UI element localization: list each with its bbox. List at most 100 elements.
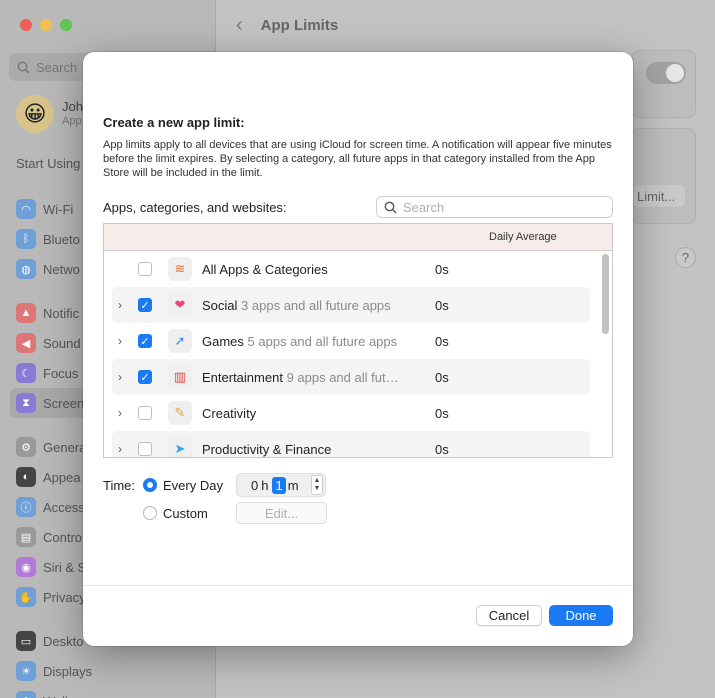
every-day-radio[interactable]: [143, 478, 157, 492]
row-name: Games 5 apps and all future apps: [202, 334, 397, 349]
row-daily-average: 0s: [435, 333, 449, 349]
app-limits-toggle[interactable]: [646, 62, 686, 84]
sheet-description: App limits apply to all devices that are…: [103, 139, 612, 179]
row-name: Productivity & Finance: [202, 442, 331, 457]
search-icon: [17, 61, 30, 74]
table-row[interactable]: › ✓ ▥ Entertainment 9 apps and all fut… 0s: [112, 359, 590, 395]
sidebar-item[interactable]: ❀ Wallpaper: [10, 686, 206, 698]
zoom-window-button[interactable]: [60, 19, 72, 31]
every-day-label[interactable]: Every Day: [163, 478, 223, 493]
chevron-right-icon[interactable]: ›: [118, 298, 128, 312]
chevron-down-icon[interactable]: ▼: [314, 485, 321, 493]
cancel-button[interactable]: Cancel: [476, 605, 542, 626]
row-title: Productivity & Finance: [202, 441, 332, 457]
search-icon: [384, 201, 397, 214]
sidebar-item-label: Focus: [43, 365, 79, 381]
edit-custom-button[interactable]: Edit...: [236, 502, 327, 524]
sidebar-item-label: Contro: [43, 529, 83, 545]
list-label: Apps, categories, and websites:: [103, 200, 287, 215]
siri-icon: ◉: [16, 557, 36, 577]
row-name: Entertainment 9 apps and all fut…: [202, 370, 399, 385]
sidebar-item[interactable]: ☀ Displays: [10, 656, 206, 686]
table-header: Daily Average: [104, 224, 612, 251]
background-card: [632, 128, 696, 224]
column-header-daily-average[interactable]: Daily Average: [489, 231, 557, 243]
sidebar-item-label: Appea: [43, 469, 81, 485]
table-row[interactable]: ≋ All Apps & Categories 0s: [112, 251, 590, 287]
sidebar-item-label: Screen: [43, 395, 85, 411]
window-controls: [20, 19, 72, 31]
sun-icon: ☀: [16, 661, 36, 681]
appearance-icon: ◐: [16, 467, 36, 487]
main-header: ‹ App Limits: [236, 14, 338, 37]
table-row[interactable]: › ➤ Productivity & Finance 0s: [112, 431, 590, 457]
row-checkbox[interactable]: [138, 442, 152, 456]
stepper-arrows[interactable]: ▲ ▼: [311, 475, 323, 495]
row-daily-average: 0s: [435, 369, 449, 385]
sidebar-item-label: Wallpaper: [43, 694, 101, 698]
apps-search-field[interactable]: [376, 196, 613, 218]
palette-icon: ✎: [168, 401, 192, 425]
time-limit-stepper[interactable]: 0 h 1 m ▲ ▼: [236, 473, 326, 497]
chevron-right-icon[interactable]: ›: [118, 406, 128, 420]
page-title: App Limits: [260, 17, 339, 34]
custom-label[interactable]: Custom: [163, 506, 208, 521]
sidebar-user-account[interactable]: 😀 Joh App: [16, 95, 83, 133]
chevron-right-icon[interactable]: ›: [118, 370, 128, 384]
minimize-window-button[interactable]: [40, 19, 52, 31]
sidebar-item-label: Access: [43, 499, 85, 515]
hours-unit: h: [261, 477, 269, 493]
row-daily-average: 0s: [435, 405, 449, 421]
hours-value[interactable]: 0: [251, 478, 258, 493]
chevron-right-icon[interactable]: ›: [118, 334, 128, 348]
time-label: Time:: [103, 478, 136, 493]
row-detail: 3 apps and all future apps: [241, 297, 391, 313]
sidebar-item-label: Sound: [43, 335, 81, 351]
row-daily-average: 0s: [435, 261, 449, 277]
table-row[interactable]: › ✓ ❤ Social 3 apps and all future apps 0s: [112, 287, 590, 323]
back-chevron-icon[interactable]: ‹: [236, 14, 243, 37]
row-name: Creativity: [202, 406, 256, 421]
minutes-unit: m: [287, 477, 299, 493]
avatar: 😀: [16, 95, 54, 133]
row-daily-average: 0s: [435, 297, 449, 313]
row-checkbox[interactable]: ✓: [138, 370, 152, 384]
help-button[interactable]: ?: [675, 247, 696, 268]
control-center-icon: ▤: [16, 527, 36, 547]
gear-icon: ⚙: [16, 437, 36, 457]
popcorn-icon: ▥: [168, 365, 192, 389]
search-input[interactable]: [403, 199, 593, 215]
row-detail: 9 apps and all fut…: [286, 369, 399, 385]
row-checkbox[interactable]: [138, 262, 152, 276]
row-title: Creativity: [202, 405, 257, 421]
row-name: Social 3 apps and all future apps: [202, 298, 391, 313]
row-checkbox[interactable]: ✓: [138, 298, 152, 312]
globe-icon: ◍: [16, 259, 36, 279]
table-row[interactable]: › ✎ Creativity 0s: [112, 395, 590, 431]
hand-icon: ✋: [16, 587, 36, 607]
close-window-button[interactable]: [20, 19, 32, 31]
hourglass-icon: ⧗: [16, 393, 36, 413]
add-limit-button[interactable]: Limit...: [633, 185, 686, 207]
sidebar-item-label: Genera: [43, 439, 87, 455]
stack-icon: ≋: [168, 257, 192, 281]
speaker-icon: ◀: [16, 333, 36, 353]
bell-icon: ▲: [16, 303, 36, 323]
chevron-up-icon[interactable]: ▲: [314, 477, 321, 485]
table-rows: ≋ All Apps & Categories 0s › ✓ ❤ Social 3 apps…: [104, 251, 612, 457]
row-checkbox[interactable]: ✓: [138, 334, 152, 348]
minutes-value[interactable]: 1: [272, 476, 286, 494]
row-detail: 5 apps and all future apps: [247, 333, 398, 349]
sidebar-item-label: Siri & S: [43, 559, 87, 575]
desktop-icon: ▭: [16, 631, 36, 651]
sidebar-start-using[interactable]: Start Using: [16, 156, 80, 171]
table-scrollbar[interactable]: [602, 254, 610, 456]
table-row[interactable]: › ✓ ➚ Games 5 apps and all future apps 0s: [112, 323, 590, 359]
row-title: Entertainment: [202, 369, 283, 385]
scrollbar-thumb[interactable]: [602, 254, 609, 334]
chevron-right-icon[interactable]: ›: [118, 442, 128, 456]
done-button[interactable]: Done: [549, 605, 613, 626]
row-daily-average: 0s: [435, 441, 449, 457]
custom-radio[interactable]: [143, 506, 157, 520]
row-checkbox[interactable]: [138, 406, 152, 420]
